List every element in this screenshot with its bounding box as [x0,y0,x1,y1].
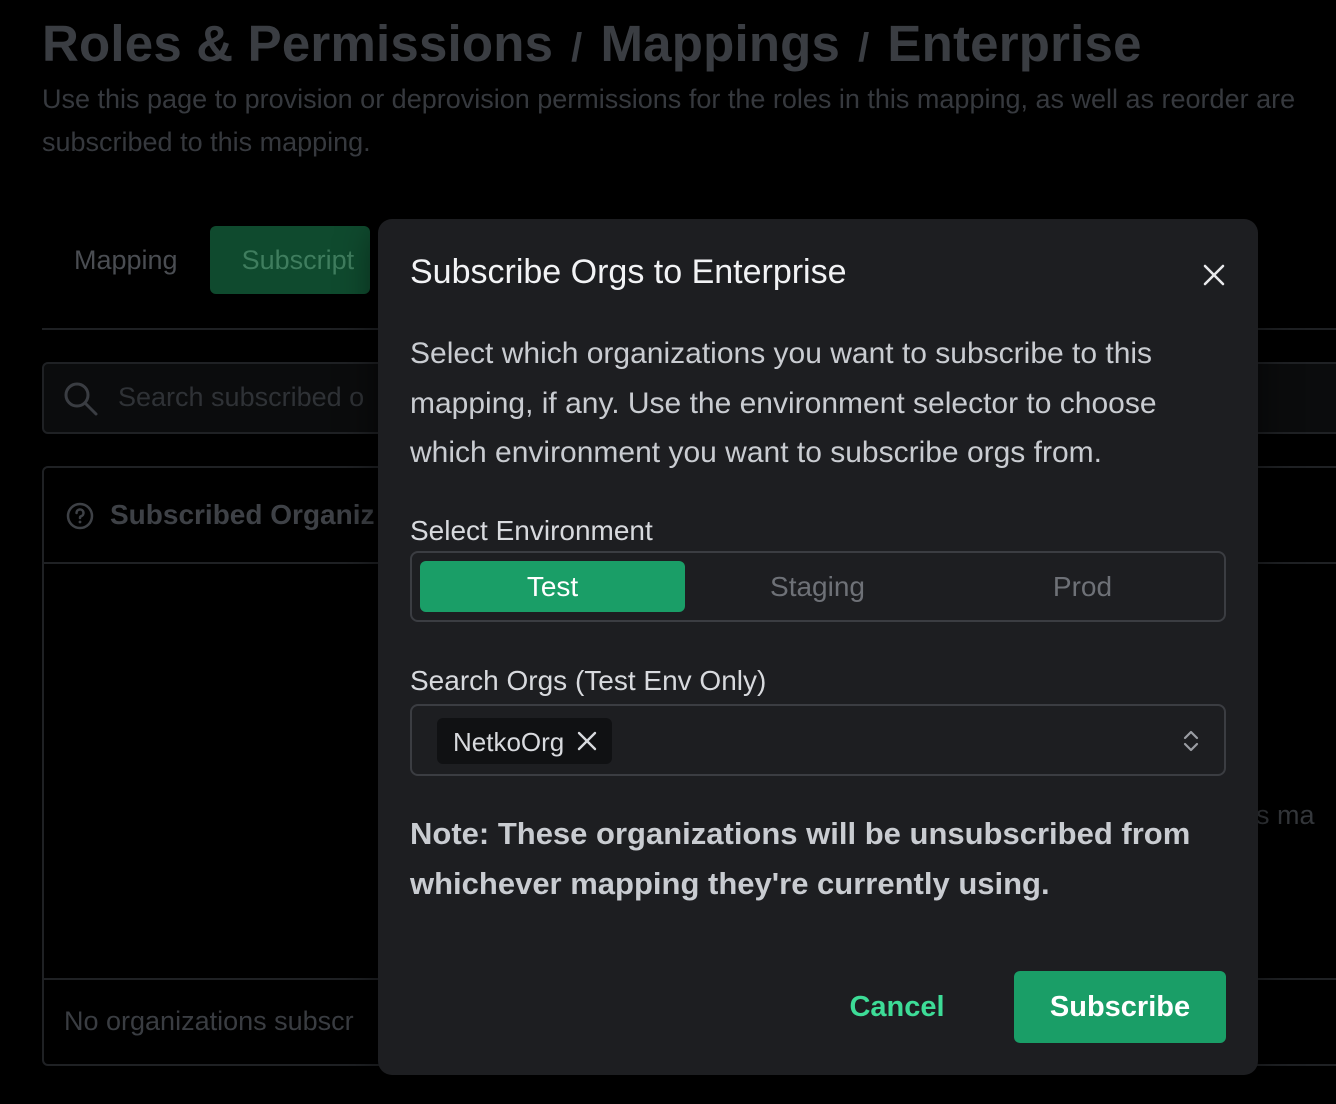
search-orgs-label: Search Orgs (Test Env Only) [410,665,767,696]
environment-selector: Test Staging Prod [410,551,1226,622]
close-icon [1203,264,1225,286]
search-icon [62,380,100,423]
breadcrumb-item-enterprise: Enterprise [887,15,1142,72]
tab-mapping[interactable]: Mapping [42,226,210,294]
modal-description: Select which organizations you want to s… [410,337,1157,469]
subscribe-button[interactable]: Subscribe [1014,971,1226,1043]
search-placeholder: Search subscribed o [118,382,365,412]
selected-org-chip: NetkoOrg [437,718,612,764]
modal-title: Subscribe Orgs to Enterprise [410,253,847,291]
card-title: Subscribed Organiz [110,499,375,530]
cancel-button[interactable]: Cancel [822,971,972,1043]
env-option-staging[interactable]: Staging [685,561,950,612]
close-icon [577,731,597,751]
breadcrumb-item-roles[interactable]: Roles & Permissions [42,15,553,72]
breadcrumb-separator: / [858,26,870,70]
footer-text: No organizations subscr [64,1006,354,1036]
tab-bar: Mapping Subscript [42,226,370,294]
breadcrumb-separator: / [571,26,583,70]
breadcrumb: Roles & Permissions / Mappings / Enterprise [42,14,1142,73]
empty-state-text: is ma [1250,800,1315,830]
breadcrumb-item-mappings[interactable]: Mappings [601,15,841,72]
chevrons-up-down-icon [1182,728,1200,759]
chip-label: NetkoOrg [453,727,565,757]
unsubscribe-note: Note: These organizations will be unsubs… [410,816,1191,901]
page: Roles & Permissions / Mappings / Enterprise … [0,0,1336,1104]
chip-remove-button[interactable] [576,730,598,752]
help-circle-icon[interactable] [66,502,94,535]
tab-subscriptions[interactable]: Subscript [209,226,370,294]
env-option-test[interactable]: Test [420,561,685,612]
environment-label: Select Environment [410,515,653,546]
org-multiselect[interactable]: NetkoOrg [410,704,1226,776]
page-description: Use this page to provision or deprovisio… [42,84,1296,157]
close-button[interactable] [1196,257,1232,293]
subscribe-modal: Subscribe Orgs to Enterprise Select whic… [378,219,1258,1075]
env-option-prod[interactable]: Prod [950,561,1215,612]
